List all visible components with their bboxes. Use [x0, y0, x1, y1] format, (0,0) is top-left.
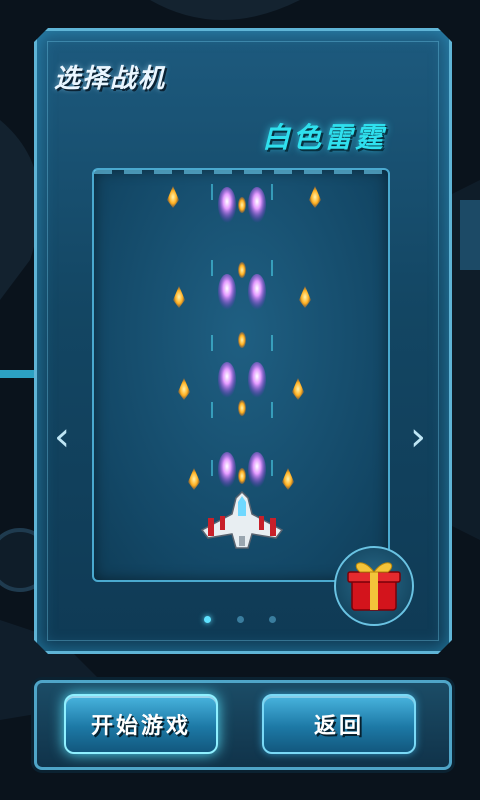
- plane-name: 白色雷霆: [261, 121, 386, 154]
- previous-plane-arrow-icon[interactable]: ‹: [54, 417, 70, 457]
- start-game-button[interactable]: 开始游戏: [64, 694, 218, 754]
- back-button[interactable]: 返回: [262, 694, 416, 754]
- gift-button[interactable]: [334, 546, 414, 626]
- bullet-row: [178, 362, 304, 416]
- plane-preview-art: [167, 184, 321, 549]
- screen-title: 选择战机: [54, 64, 167, 94]
- page-dot: [268, 616, 276, 623]
- page-dot: [236, 616, 244, 623]
- bullet-row: [173, 262, 311, 348]
- gift-box-icon: [347, 562, 401, 611]
- page-dot-active: [204, 616, 212, 623]
- fighter-plane-icon: [200, 490, 284, 549]
- plane-preview-window: [92, 168, 390, 582]
- bullet-row: [188, 452, 294, 490]
- next-plane-arrow-icon[interactable]: ›: [410, 417, 426, 457]
- bullet-row: [167, 186, 321, 223]
